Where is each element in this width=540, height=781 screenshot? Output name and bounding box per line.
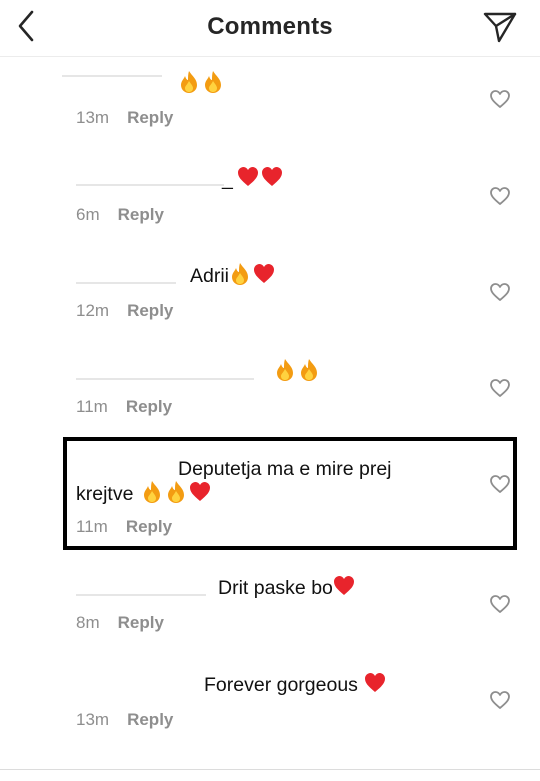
redacted-username: [76, 282, 176, 284]
reply-button[interactable]: Reply: [118, 613, 164, 632]
comment-text: Deputetja ma e mire prej: [178, 458, 392, 480]
reply-button[interactable]: Reply: [126, 397, 172, 416]
like-button[interactable]: [489, 474, 511, 494]
reply-button[interactable]: Reply: [127, 108, 173, 127]
comment-text: Adrii: [190, 262, 277, 290]
heart-emoji: [364, 673, 388, 696]
heart-outline-icon: [490, 691, 510, 709]
heart-emoji: [253, 264, 277, 287]
comment-time: 13m: [76, 108, 110, 127]
fire-emoji: [141, 481, 165, 505]
comment-text: [178, 70, 226, 98]
share-button[interactable]: [482, 10, 518, 44]
comment-meta: 8m Reply: [76, 613, 164, 633]
like-button[interactable]: [489, 690, 511, 710]
like-button[interactable]: [489, 594, 511, 614]
redacted-username: [76, 378, 254, 380]
reply-button[interactable]: Reply: [126, 517, 172, 536]
heart-outline-icon: [490, 187, 510, 205]
page-title: Comments: [207, 13, 333, 40]
redacted-username: [76, 184, 224, 186]
heart-outline-icon: [490, 283, 510, 301]
bottom-divider: [0, 769, 540, 770]
reply-button[interactable]: Reply: [118, 205, 164, 224]
comment-meta: 13m Reply: [76, 710, 173, 730]
like-button[interactable]: [489, 89, 511, 109]
comment-time: 6m: [76, 205, 100, 224]
redacted-username: [76, 594, 206, 596]
comment-meta: 11m Reply: [76, 517, 172, 537]
comment-time: 13m: [76, 710, 110, 729]
comment-meta: 12m Reply: [76, 301, 173, 321]
comment-text: Drit paske bo: [218, 574, 357, 602]
heart-outline-icon: [490, 475, 510, 493]
comment-time: 11m: [76, 517, 108, 536]
comment-text: [274, 358, 322, 386]
heart-outline-icon: [490, 90, 510, 108]
redacted-username: [62, 75, 162, 77]
reply-button[interactable]: Reply: [127, 710, 173, 729]
heart-emoji: [333, 576, 357, 599]
reply-button[interactable]: Reply: [127, 301, 173, 320]
heart-outline-icon: [490, 379, 510, 397]
comments-header: Comments: [0, 0, 540, 56]
like-button[interactable]: [489, 378, 511, 398]
comment-text: _: [222, 165, 285, 193]
fire-emoji: [202, 71, 226, 95]
heart-emoji: [261, 167, 285, 190]
heart-emoji: [189, 482, 213, 505]
like-button[interactable]: [489, 186, 511, 206]
comment-time: 11m: [76, 397, 108, 416]
comment-time: 8m: [76, 613, 100, 632]
paper-plane-icon: [483, 12, 517, 43]
fire-emoji: [229, 263, 253, 287]
comment-text-continued: krejtve: [76, 480, 213, 508]
comment-text: Forever gorgeous: [204, 671, 388, 699]
fire-emoji: [178, 71, 202, 95]
fire-emoji: [165, 481, 189, 505]
heart-emoji: [237, 167, 261, 190]
header-divider: [0, 56, 540, 57]
comment-time: 12m: [76, 301, 110, 320]
heart-outline-icon: [490, 595, 510, 613]
fire-emoji: [274, 359, 298, 383]
comment-meta: 11m Reply: [76, 397, 172, 417]
fire-emoji: [298, 359, 322, 383]
comment-meta: 13m Reply: [76, 108, 173, 128]
like-button[interactable]: [489, 282, 511, 302]
comment-meta: 6m Reply: [76, 205, 164, 225]
